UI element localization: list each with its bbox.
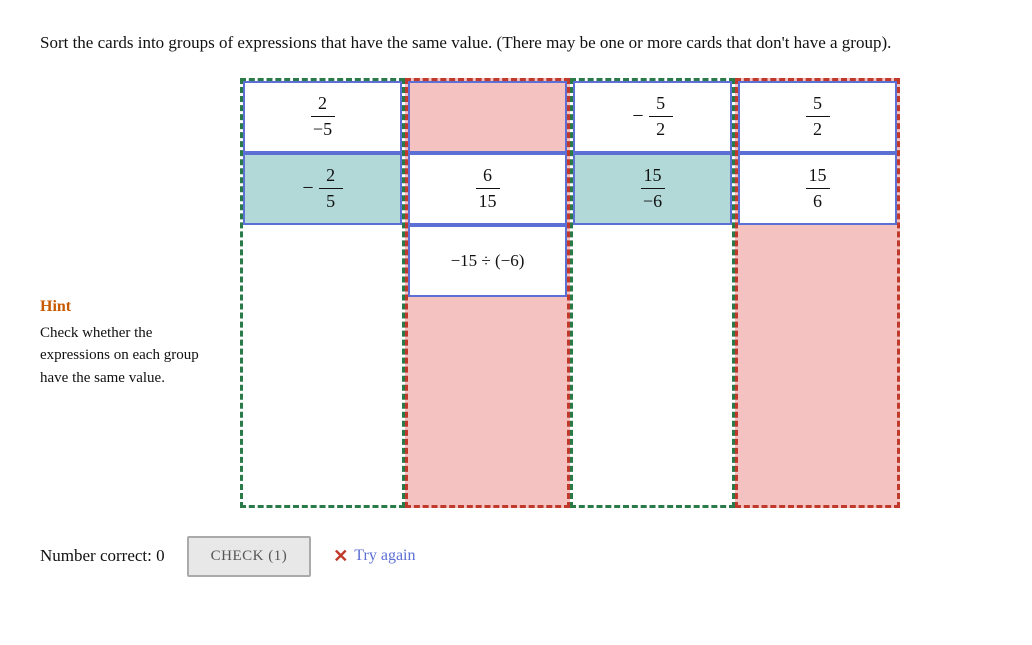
group-container-2[interactable]: 6 15 −15 ÷ (−6) [405,78,570,508]
card-empty[interactable] [408,81,567,153]
group-spacer-2 [408,297,567,505]
group-spacer-1 [243,225,402,505]
fraction-5-2-pos: 5 2 [806,93,830,141]
denominator: 5 [326,191,335,213]
card-6-15[interactable]: 6 15 [408,153,567,225]
check-button[interactable]: CHECK (1) [187,536,312,577]
group-container-4[interactable]: 5 2 15 6 [735,78,900,508]
denominator: 2 [813,119,822,141]
denominator: −6 [643,191,662,213]
hint-title: Hint [40,298,220,316]
numerator: 6 [476,165,500,190]
card-fraction-2-neg5[interactable]: 2 −5 [243,81,402,153]
denominator: 15 [479,191,497,213]
card-expression-div[interactable]: −15 ÷ (−6) [408,225,567,297]
denominator: −5 [313,119,332,141]
instructions-text: Sort the cards into groups of expression… [40,30,940,56]
hint-text: Check whether the expressions on each gr… [40,322,220,390]
minus-sign: − [632,105,643,128]
group-container-3[interactable]: − 5 2 15 −6 [570,78,735,508]
denominator: 2 [656,119,665,141]
numerator: 2 [319,165,343,190]
main-area: Hint Check whether the expressions on ea… [40,78,992,508]
numerator: 15 [806,165,830,190]
card-neg-5-2[interactable]: − 5 2 [573,81,732,153]
fraction-15-neg6: 15 −6 [641,165,665,213]
hint-panel: Hint Check whether the expressions on ea… [40,78,240,390]
numerator: 5 [806,93,830,118]
try-again-label: Try again [354,547,415,565]
group-col-3: − 5 2 15 −6 [570,78,735,508]
fraction-15-6: 15 6 [806,165,830,213]
try-again[interactable]: ✕ Try again [333,546,415,567]
bottom-bar: Number correct: 0 CHECK (1) ✕ Try again [40,536,992,577]
card-neg-2-5[interactable]: − 2 5 [243,153,402,225]
numerator: 15 [641,165,665,190]
card-5-2[interactable]: 5 2 [738,81,897,153]
fraction-5-2: 5 2 [649,93,673,141]
numerator: 5 [649,93,673,118]
card-15-6[interactable]: 15 6 [738,153,897,225]
card-15-neg6[interactable]: 15 −6 [573,153,732,225]
group-spacer-3 [573,225,732,505]
numerator: 2 [311,93,335,118]
neg-fraction-2-5: − 2 5 [302,165,342,213]
group-col-2: 6 15 −15 ÷ (−6) [405,78,570,508]
neg-fraction-5-2: − 5 2 [632,93,672,141]
x-icon: ✕ [333,546,348,567]
group-container-1[interactable]: 2 −5 − 2 5 [240,78,405,508]
fraction-2-5: 2 5 [319,165,343,213]
group-col-4: 5 2 15 6 [735,78,900,508]
denominator: 6 [813,191,822,213]
number-correct-label: Number correct: 0 [40,546,165,566]
minus-sign: − [302,177,313,200]
groups-area: 2 −5 − 2 5 [240,78,992,508]
expression-neg15-div-neg6: −15 ÷ (−6) [451,251,525,271]
group-spacer-4 [738,225,897,505]
fraction-2-neg5: 2 −5 [311,93,335,141]
group-col-1: 2 −5 − 2 5 [240,78,405,508]
fraction-6-15: 6 15 [476,165,500,213]
